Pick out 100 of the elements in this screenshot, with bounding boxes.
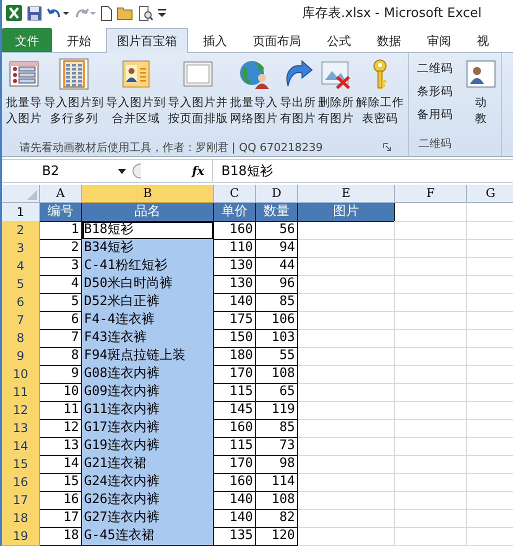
- table-cell: 120: [256, 527, 298, 546]
- file-tab[interactable]: 文件: [2, 28, 52, 52]
- row-header[interactable]: 3: [2, 239, 40, 258]
- table-cell: 96: [256, 275, 298, 294]
- column-header[interactable]: E: [298, 185, 395, 203]
- dialog-launcher-icon[interactable]: [382, 143, 391, 151]
- ribbon-button[interactable]: 导出所 有图片: [279, 56, 317, 138]
- ribbon-tab[interactable]: 开始: [56, 28, 102, 52]
- column-header[interactable]: B: [82, 185, 214, 203]
- ribbon-button[interactable]: 导入图片并 按页面排版: [167, 56, 229, 138]
- empty-cell: [395, 239, 467, 258]
- row-header[interactable]: 9: [2, 347, 40, 366]
- header-cell: 数量: [256, 203, 298, 222]
- table-cell: G-45连衣裙: [82, 527, 214, 546]
- row-header[interactable]: 16: [2, 473, 40, 492]
- ribbon-button[interactable]: 备用码: [413, 103, 457, 126]
- table-cell: 114: [256, 473, 298, 492]
- folder-icon[interactable]: [117, 6, 134, 20]
- column-header[interactable]: F: [395, 185, 467, 203]
- ribbon-tab[interactable]: 公式: [316, 28, 362, 52]
- formula-input[interactable]: B18短衫: [212, 160, 513, 182]
- empty-cell: [395, 491, 467, 510]
- ribbon-tab[interactable]: 页面布局: [242, 28, 312, 52]
- ribbon-tab[interactable]: 图片百宝箱: [106, 28, 188, 53]
- table-cell: 44: [256, 257, 298, 276]
- globe-person-icon: [238, 58, 270, 90]
- table-cell: 56: [256, 221, 298, 240]
- ribbon-tab[interactable]: 数据: [366, 28, 412, 52]
- ribbon-button[interactable]: 解除工作 表密码: [355, 56, 405, 138]
- print-preview-icon[interactable]: [139, 6, 153, 20]
- undo-icon[interactable]: [47, 6, 69, 20]
- ribbon-button[interactable]: 二维码: [413, 57, 457, 80]
- row-header[interactable]: 1: [2, 203, 40, 222]
- table-cell: G11连衣内裤: [82, 401, 214, 420]
- table-cell: 106: [256, 311, 298, 330]
- dropdown-arrow-icon[interactable]: [158, 8, 166, 18]
- table-cell: 73: [256, 437, 298, 456]
- row-header[interactable]: 2: [2, 221, 40, 240]
- row-header[interactable]: 18: [2, 509, 40, 528]
- ribbon-button[interactable]: 批量导入 网络图片: [229, 56, 279, 138]
- empty-cell: [395, 383, 467, 402]
- row-header[interactable]: 14: [2, 437, 40, 456]
- empty-cell: [395, 311, 467, 330]
- row-header[interactable]: 6: [2, 293, 40, 312]
- dropdown-arrow-icon[interactable]: [118, 168, 126, 174]
- table-cell: 108: [256, 491, 298, 510]
- empty-cell: [395, 401, 467, 420]
- ribbon-button[interactable]: 导入图片到 多行多列: [43, 56, 105, 138]
- row-header[interactable]: 8: [2, 329, 40, 348]
- ribbon-tab[interactable]: 审阅: [416, 28, 462, 52]
- row-header[interactable]: 11: [2, 383, 40, 402]
- table-cell: 160: [214, 221, 256, 240]
- table-cell: 130: [214, 257, 256, 276]
- row-header[interactable]: 10: [2, 365, 40, 384]
- row-header[interactable]: 17: [2, 491, 40, 510]
- table-cell: 140: [214, 509, 256, 528]
- name-box[interactable]: B2: [2, 164, 132, 178]
- ribbon-button[interactable]: 删除所 有图片: [317, 56, 355, 138]
- table-cell: G21连衣裙: [82, 455, 214, 474]
- table-cell: 85: [256, 293, 298, 312]
- column-header[interactable]: C: [214, 185, 256, 203]
- table-cell: 150: [214, 329, 256, 348]
- excel-logo-icon[interactable]: [6, 5, 22, 21]
- ribbon-button[interactable]: 批量导 入图片: [5, 56, 43, 138]
- person-icon: [465, 58, 497, 90]
- insert-function-button[interactable]: fx: [192, 164, 204, 178]
- table-cell: 135: [214, 527, 256, 546]
- row-header[interactable]: 7: [2, 311, 40, 330]
- ribbon-tab[interactable]: 插入: [192, 28, 238, 52]
- table-cell: G17连衣内裤: [82, 419, 214, 438]
- empty-cell: [395, 455, 467, 474]
- table-cell: B18短衫: [82, 221, 214, 240]
- row-header[interactable]: 12: [2, 401, 40, 420]
- table-cell: 145: [214, 401, 256, 420]
- group-label: 二维码: [418, 136, 452, 150]
- row-header[interactable]: 19: [2, 527, 40, 546]
- ribbon-button[interactable]: 条形码: [413, 80, 457, 103]
- new-document-icon[interactable]: [101, 6, 112, 20]
- row-header[interactable]: 13: [2, 419, 40, 438]
- table-cell: 108: [256, 365, 298, 384]
- row-header[interactable]: 15: [2, 455, 40, 474]
- ribbon-button[interactable]: 导入图片到 合并区域: [105, 56, 167, 138]
- empty-cell: [395, 329, 467, 348]
- person-card-icon: [120, 58, 152, 90]
- table-cell: F94斑点拉链上装: [82, 347, 214, 366]
- table-cell: G08连衣内裤: [82, 365, 214, 384]
- column-header[interactable]: A: [40, 185, 82, 203]
- column-header[interactable]: G: [467, 185, 513, 203]
- row-header[interactable]: 4: [2, 257, 40, 276]
- group-label: 请先看动画教材后使用工具，作者：罗刚君 | QQ 670218239: [19, 140, 323, 154]
- save-icon[interactable]: [27, 6, 42, 20]
- row-header[interactable]: 5: [2, 275, 40, 294]
- ribbon-tab[interactable]: 视: [466, 28, 500, 52]
- column-header[interactable]: D: [256, 185, 298, 203]
- splitter-handle-icon[interactable]: [132, 163, 142, 179]
- empty-cell: [395, 527, 467, 546]
- ribbon-button[interactable]: 动 教: [464, 56, 498, 156]
- empty-cell: [395, 365, 467, 384]
- table-cell: 130: [214, 275, 256, 294]
- table-cell: 180: [214, 347, 256, 366]
